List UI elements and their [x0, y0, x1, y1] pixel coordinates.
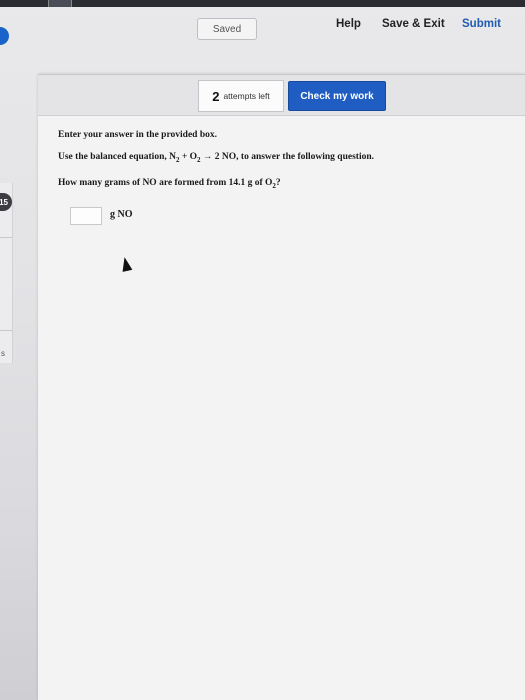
attempts-counter: 2 attempts left — [198, 80, 284, 112]
equation-rest: → 2 NO, to answer the following question… — [200, 152, 375, 162]
top-dark-bar — [0, 0, 525, 7]
attempts-number: 2 — [212, 88, 220, 104]
equation-text: Use the balanced equation, N2 + O2 → 2 N… — [58, 152, 374, 164]
question-text: How many grams of NO are formed from 14.… — [58, 178, 281, 190]
navigation-dot[interactable] — [0, 27, 9, 45]
equation-prefix: Use the balanced equation, N — [58, 152, 176, 162]
question-prefix: How many grams of NO are formed from 14.… — [58, 178, 273, 188]
answer-input[interactable] — [70, 207, 102, 225]
help-button[interactable]: Help — [336, 18, 361, 30]
question-panel — [38, 74, 525, 700]
equation-plus: + O — [179, 152, 198, 162]
answer-unit: g NO — [110, 209, 133, 220]
top-bar-notch — [48, 0, 72, 7]
instruction-text: Enter your answer in the provided box. — [58, 130, 217, 140]
sidebar-divider — [0, 237, 12, 238]
attempts-label: attempts left — [223, 91, 270, 101]
sidebar-divider — [0, 330, 12, 331]
question-suffix: ? — [275, 178, 281, 188]
save-exit-button[interactable]: Save & Exit — [382, 18, 445, 30]
saved-status: Saved — [197, 18, 257, 40]
sidebar-label: s — [1, 349, 5, 358]
check-my-work-button[interactable]: Check my work — [288, 81, 386, 111]
submit-button[interactable]: Submit — [462, 18, 501, 30]
